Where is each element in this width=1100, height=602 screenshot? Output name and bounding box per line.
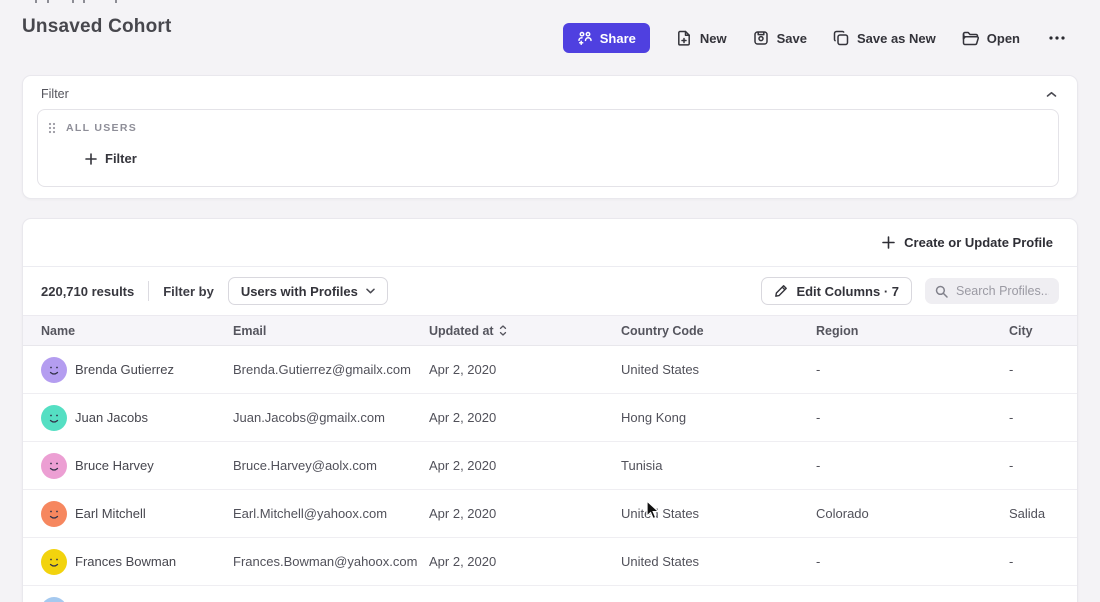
edit-columns-label: Edit Columns · 7 xyxy=(796,284,899,299)
search-profiles-box[interactable] xyxy=(925,278,1059,304)
profile-region: Colorado xyxy=(816,506,1009,521)
profile-city: - xyxy=(1009,410,1077,425)
filter-group: ALL USERS Filter xyxy=(37,109,1059,187)
folder-icon xyxy=(962,31,979,46)
profiles-filter-dropdown-value: Users with Profiles xyxy=(241,284,358,299)
new-button-label: New xyxy=(700,31,727,46)
column-header-name[interactable]: Name xyxy=(41,324,233,338)
column-header-city[interactable]: City xyxy=(1009,324,1077,338)
share-users-icon xyxy=(577,31,593,45)
new-file-icon xyxy=(676,30,692,47)
profile-updated-at: Apr 2, 2020 xyxy=(429,362,621,377)
share-button-label: Share xyxy=(600,31,636,46)
profile-name: Frances Bowman xyxy=(75,554,176,569)
profile-country-code: Hong Kong xyxy=(621,410,816,425)
profile-email: Earl.Mitchell@yahoox.com xyxy=(233,506,429,521)
filter-by-label: Filter by xyxy=(163,284,214,299)
chevron-down-icon xyxy=(366,288,375,294)
results-count: 220,710 results xyxy=(41,284,134,299)
profile-region: - xyxy=(816,410,1009,425)
ellipsis-icon xyxy=(1048,35,1066,41)
plus-icon xyxy=(882,236,895,249)
profile-country-code: United States xyxy=(621,554,816,569)
save-button-label: Save xyxy=(777,31,807,46)
search-profiles-input[interactable] xyxy=(956,284,1049,298)
profile-city: - xyxy=(1009,554,1077,569)
save-as-new-button-label: Save as New xyxy=(857,31,936,46)
table-toolbar: 220,710 results Filter by Users with Pro… xyxy=(23,267,1077,315)
profile-name: Bruce Harvey xyxy=(75,458,154,473)
table-header-row: Name Email Updated at Country Code Regio… xyxy=(23,315,1077,346)
save-as-new-button[interactable]: Save as New xyxy=(833,30,936,46)
search-icon xyxy=(935,285,948,298)
profile-email: Juan.Jacobs@gmailx.com xyxy=(233,410,429,425)
profile-region: - xyxy=(816,362,1009,377)
profile-city: - xyxy=(1009,362,1077,377)
column-header-country-code[interactable]: Country Code xyxy=(621,324,816,338)
filter-panel: Filter ALL USERS xyxy=(22,75,1078,199)
table-row[interactable]: Brenda Gutierrez Brenda.Gutierrez@gmailx… xyxy=(23,346,1077,394)
column-header-email[interactable]: Email xyxy=(233,324,429,338)
pencil-icon xyxy=(774,284,788,298)
profile-name: Juan Jacobs xyxy=(75,410,148,425)
save-icon xyxy=(753,30,769,46)
table-row[interactable]: Frances Bowman Frances.Bowman@yahoox.com… xyxy=(23,538,1077,586)
create-or-update-profile-label: Create or Update Profile xyxy=(904,235,1053,250)
profiles-filter-dropdown[interactable]: Users with Profiles xyxy=(228,277,388,305)
table-row[interactable]: Earl Mitchell Earl.Mitchell@yahoox.com A… xyxy=(23,490,1077,538)
avatar xyxy=(41,549,67,575)
profile-updated-at: Apr 2, 2020 xyxy=(429,554,621,569)
profile-email: Brenda.Gutierrez@gmailx.com xyxy=(233,362,429,377)
copy-icon xyxy=(833,30,849,46)
edit-columns-button[interactable]: Edit Columns · 7 xyxy=(761,277,912,305)
results-panel: Create or Update Profile 220,710 results… xyxy=(22,218,1078,602)
profile-region: - xyxy=(816,554,1009,569)
share-button[interactable]: Share xyxy=(563,23,650,53)
table-row-partial[interactable] xyxy=(23,586,1077,602)
profile-name: Brenda Gutierrez xyxy=(75,362,174,377)
profile-updated-at: Apr 2, 2020 xyxy=(429,506,621,521)
add-filter-button[interactable]: Filter xyxy=(85,151,137,166)
action-bar: Share New Save Save as New xyxy=(563,23,1068,53)
profile-updated-at: Apr 2, 2020 xyxy=(429,410,621,425)
profile-country-code: United States xyxy=(621,362,816,377)
new-button[interactable]: New xyxy=(676,30,727,47)
open-button-label: Open xyxy=(987,31,1020,46)
sort-icon xyxy=(499,325,507,336)
profile-country-code: Tunisia xyxy=(621,458,816,473)
table-row[interactable]: Bruce Harvey Bruce.Harvey@aolx.com Apr 2… xyxy=(23,442,1077,490)
avatar xyxy=(41,501,67,527)
more-options-button[interactable] xyxy=(1046,33,1068,43)
avatar xyxy=(41,453,67,479)
profile-name: Earl Mitchell xyxy=(75,506,146,521)
plus-icon xyxy=(85,153,97,165)
divider xyxy=(148,281,149,301)
add-filter-label: Filter xyxy=(105,151,137,166)
all-users-label: ALL USERS xyxy=(66,122,137,134)
save-button[interactable]: Save xyxy=(753,30,807,46)
column-header-updated-at[interactable]: Updated at xyxy=(429,324,621,338)
profile-email: Bruce.Harvey@aolx.com xyxy=(233,458,429,473)
chevron-up-icon xyxy=(1046,91,1057,98)
page-title: Unsaved Cohort xyxy=(22,16,172,38)
profile-city: - xyxy=(1009,458,1077,473)
profile-updated-at: Apr 2, 2020 xyxy=(429,458,621,473)
column-header-region[interactable]: Region xyxy=(816,324,1009,338)
profile-city: Salida xyxy=(1009,506,1077,521)
profile-region: - xyxy=(816,458,1009,473)
collapse-filter-button[interactable] xyxy=(1044,89,1059,100)
create-or-update-profile-button[interactable]: Create or Update Profile xyxy=(882,235,1053,250)
avatar xyxy=(41,597,67,602)
avatar xyxy=(41,357,67,383)
table-row[interactable]: Juan Jacobs Juan.Jacobs@gmailx.com Apr 2… xyxy=(23,394,1077,442)
filter-panel-title: Filter xyxy=(41,87,69,101)
mouse-cursor xyxy=(646,500,661,521)
drag-handle-icon[interactable] xyxy=(48,122,56,134)
table-body: Brenda Gutierrez Brenda.Gutierrez@gmailx… xyxy=(23,346,1077,586)
avatar xyxy=(41,405,67,431)
open-button[interactable]: Open xyxy=(962,31,1020,46)
profile-email: Frances.Bowman@yahoox.com xyxy=(233,554,429,569)
